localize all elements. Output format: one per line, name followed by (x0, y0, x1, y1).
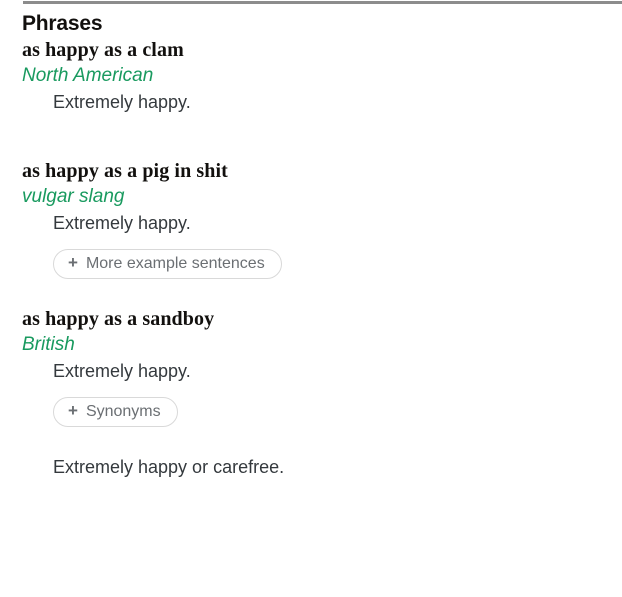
phrases-content: Phrases as happy as a clam North America… (0, 0, 622, 480)
closing-definition: Extremely happy or carefree. (53, 457, 285, 477)
phrase-actions: + More example sentences (53, 249, 622, 279)
page-title: Phrases (22, 12, 103, 35)
phrase-entry-1: as happy as a clam North American Extrem… (22, 38, 622, 115)
plus-icon: + (68, 401, 78, 420)
more-example-sentences-label: More example sentences (85, 254, 265, 272)
phrase-headword: as happy as a sandboy (22, 308, 215, 330)
synonyms-label: Synonyms (85, 402, 161, 420)
synonyms-button[interactable]: + Synonyms (53, 397, 178, 427)
plus-icon: + (68, 253, 78, 272)
phrase-headword: as happy as a clam (22, 39, 184, 61)
phrase-region-label: vulgar slang (22, 186, 125, 207)
phrase-definition: Extremely happy. (53, 92, 191, 112)
phrase-headword: as happy as a pig in shit (22, 160, 228, 182)
phrase-entry-2: as happy as a pig in shit vulgar slang E… (22, 159, 622, 279)
phrase-definition: Extremely happy. (53, 213, 191, 233)
dictionary-phrases-panel: Phrases as happy as a clam North America… (0, 0, 622, 597)
more-example-sentences-button[interactable]: + More example sentences (53, 249, 282, 279)
phrase-definition: Extremely happy. (53, 361, 191, 381)
phrase-actions: + Synonyms (53, 397, 622, 427)
phrase-entry-3: as happy as a sandboy British Extremely … (22, 307, 622, 427)
phrase-region-label: North American (22, 65, 154, 86)
phrase-region-label: British (22, 334, 75, 355)
